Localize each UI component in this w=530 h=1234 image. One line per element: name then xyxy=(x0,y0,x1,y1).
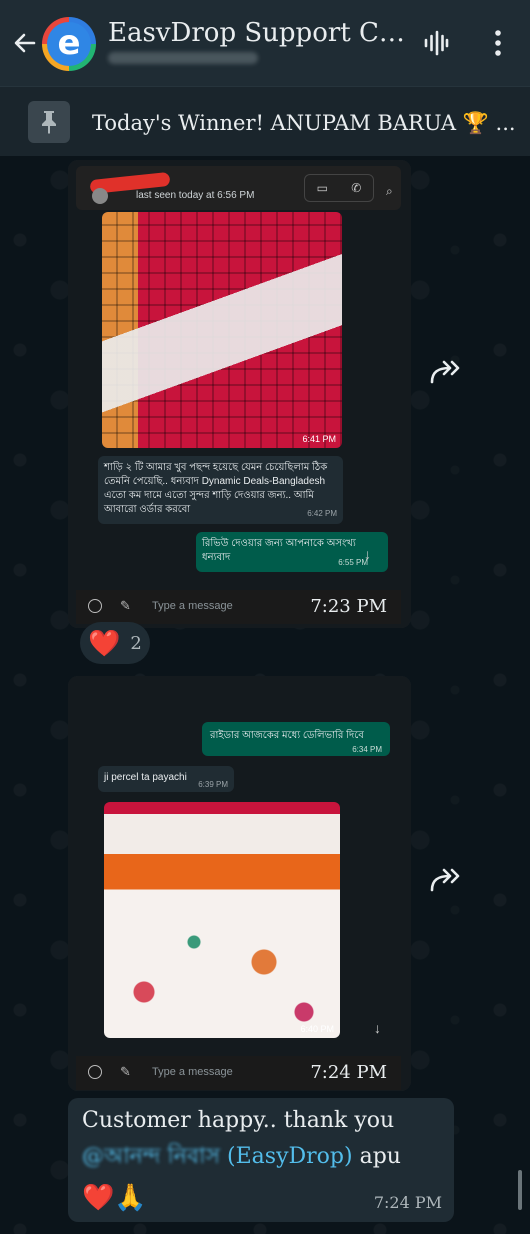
floral-saree-photo: 6:40 PM xyxy=(104,802,340,1038)
pin-icon xyxy=(28,101,70,143)
outgoing-message-bubble: রাইডার আজকের মধ্যে ডেলিভারি দিবে 6:34 PM xyxy=(202,722,390,756)
emoji-icon xyxy=(88,1065,102,1079)
screenshot-chat-header: last seen today at 6:56 PM ▭ ✆ ⌕ xyxy=(76,166,401,210)
attach-icon: ✎ xyxy=(120,598,131,613)
photo-timestamp: 6:40 PM xyxy=(300,1024,334,1034)
chat-title[interactable]: EasvDrop Support Co... xyxy=(108,18,408,48)
reaction-count: 2 xyxy=(130,632,142,654)
video-call-icon: ▭ xyxy=(316,181,328,195)
message-text: ji percel ta payachi xyxy=(104,772,187,783)
forward-icon[interactable] xyxy=(428,866,464,896)
screenshot-input-row: ✎ Type a message 7:24 PM xyxy=(76,1056,401,1090)
image-message-time: 7:23 PM xyxy=(310,596,387,617)
photo-timestamp: 6:41 PM xyxy=(302,434,336,444)
text-message-bubble[interactable]: Customer happy.. thank you @আনন্দ নিবাস … xyxy=(68,1098,454,1222)
heart-reaction-icon: ❤️ xyxy=(88,627,121,658)
contact-avatar xyxy=(92,188,108,204)
attach-icon: ✎ xyxy=(120,1064,131,1079)
incoming-message-bubble: ji percel ta payachi 6:39 PM xyxy=(98,766,234,792)
image-message-screenshot-2[interactable]: রাইডার আজকের মধ্যে ডেলিভারি দিবে 6:34 PM… xyxy=(68,676,411,1091)
message-input-placeholder: Type a message xyxy=(152,600,233,612)
mention-blurred[interactable]: @আনন্দ নিবাস xyxy=(82,1144,220,1169)
search-icon: ⌕ xyxy=(386,184,393,198)
message-text: রিভিউ দেওয়ার জন্য আপনাকে অসংখ্য ধন্যবাদ xyxy=(202,538,356,563)
saree-photo: 6:41 PM xyxy=(102,212,342,448)
scroll-down-icon: ↓ xyxy=(374,1020,381,1036)
screenshot-input-row: ✎ Type a message 7:23 PM xyxy=(76,590,401,624)
emoji-icon xyxy=(88,599,102,613)
message-text: শাড়ি ২ টি আমার খুব পছন্দ হয়েছে যেমন চে… xyxy=(104,462,328,515)
last-seen-status: last seen today at 6:56 PM xyxy=(136,190,255,201)
message-input-placeholder: Type a message xyxy=(152,1066,233,1078)
message-text: রাইডার আজকের মধ্যে ডেলিভারি দিবে xyxy=(210,730,364,741)
voice-chat-icon[interactable] xyxy=(423,30,449,56)
reaction-pill[interactable]: ❤️ 2 xyxy=(80,622,150,664)
more-options-icon[interactable] xyxy=(490,28,506,58)
scroll-down-icon: ↓ xyxy=(364,546,371,562)
message-timestamp: 6:42 PM xyxy=(307,509,337,518)
chat-subtitle-blurred xyxy=(108,52,258,64)
call-actions: ▭ ✆ xyxy=(304,174,374,202)
chat-header: e EasvDrop Support Co... xyxy=(0,0,530,86)
image-message-screenshot-1[interactable]: last seen today at 6:56 PM ▭ ✆ ⌕ 6:41 PM… xyxy=(68,160,411,628)
phone-icon: ✆ xyxy=(351,181,362,195)
pinned-message-text: Today's Winner! ANUPAM BARUA 🏆 ... xyxy=(92,111,516,135)
scrollbar[interactable] xyxy=(518,1170,522,1210)
message-mention-line: @আনন্দ নিবাস (EasyDrop) apu xyxy=(82,1139,440,1176)
image-message-time: 7:24 PM xyxy=(310,1062,387,1083)
outgoing-message-bubble: রিভিউ দেওয়ার জন্য আপনাকে অসংখ্য ধন্যবাদ… xyxy=(196,532,388,572)
incoming-message-bubble: শাড়ি ২ টি আমার খুব পছন্দ হয়েছে যেমন চে… xyxy=(98,456,343,524)
message-timestamp: 6:39 PM xyxy=(198,780,228,789)
message-text-word: apu xyxy=(359,1144,401,1169)
mention-tag[interactable]: (EasyDrop) xyxy=(227,1144,353,1169)
logo-letter: e xyxy=(47,22,91,66)
message-timestamp: 7:24 PM xyxy=(373,1193,442,1212)
pinned-message-bar[interactable]: Today's Winner! ANUPAM BARUA 🏆 ... xyxy=(0,86,530,156)
group-avatar[interactable]: e xyxy=(42,17,96,71)
message-timestamp: 6:34 PM xyxy=(352,745,382,754)
back-arrow-icon[interactable] xyxy=(12,30,38,56)
message-text: Customer happy.. thank you xyxy=(82,1108,395,1133)
forward-icon[interactable] xyxy=(428,358,464,388)
